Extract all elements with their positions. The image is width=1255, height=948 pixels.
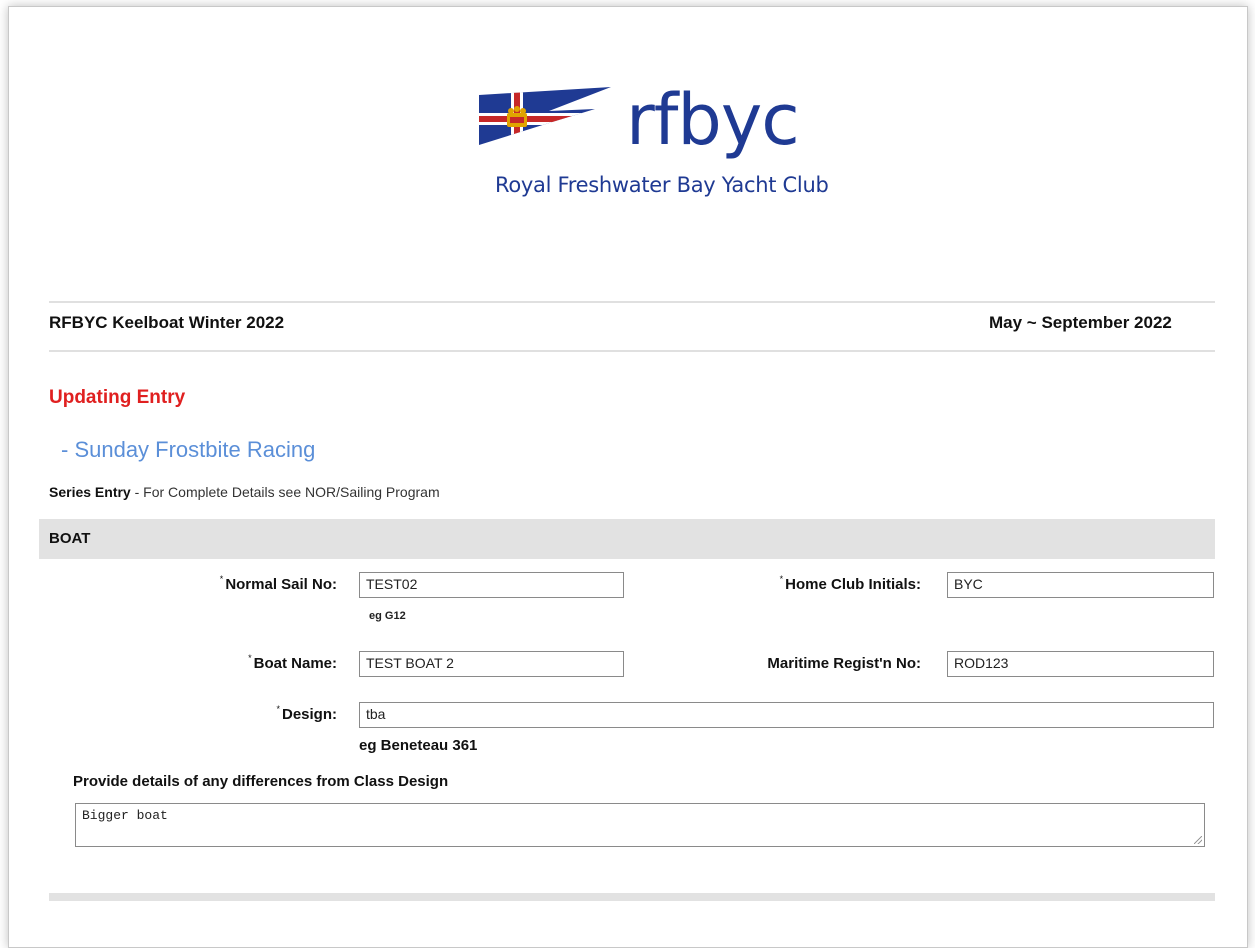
differences-text: Bigger boat	[82, 808, 168, 823]
maritime-input[interactable]: ROD123	[947, 651, 1214, 677]
home-club-label: * Home Club Initials:	[779, 574, 921, 593]
required-mark: *	[248, 653, 252, 663]
home-club-input[interactable]: BYC	[947, 572, 1214, 598]
design-label: * Design:	[276, 704, 337, 723]
sail-no-hint: eg G12	[369, 610, 406, 622]
sail-no-input[interactable]: TEST02	[359, 572, 624, 598]
design-input[interactable]: tba	[359, 702, 1214, 728]
header-divider-top	[49, 301, 1215, 303]
section-header-boat: BOAT	[39, 519, 1215, 559]
series-entry-note: Series Entry - For Complete Details see …	[49, 484, 440, 500]
differences-textarea[interactable]: Bigger boat	[75, 803, 1205, 847]
event-title: RFBYC Keelboat Winter 2022	[49, 313, 285, 332]
event-dates: May ~ September 2022	[989, 313, 1172, 332]
logo-subtitle: Royal Freshwater Bay Yacht Club	[495, 173, 829, 197]
section-footer-bar	[49, 893, 1215, 901]
differences-label: Provide details of any differences from …	[73, 773, 449, 790]
club-logo[interactable]: rfbyc Royal Freshwater Bay Yacht Club	[471, 79, 831, 209]
required-mark: *	[219, 574, 224, 584]
crown-icon	[507, 106, 527, 127]
burgee-flag-icon	[479, 87, 611, 145]
section-title: BOAT	[49, 530, 91, 547]
series-name: - Sunday Frostbite Racing	[61, 437, 316, 462]
maritime-label: Maritime Regist'n No:	[767, 655, 921, 672]
logo-wordmark: rfbyc	[626, 79, 800, 161]
design-hint: eg Beneteau 361	[359, 737, 478, 754]
series-entry-label: Series Entry	[49, 484, 131, 500]
required-mark: *	[779, 574, 784, 584]
page-frame: rfbyc Royal Freshwater Bay Yacht Club RF…	[8, 6, 1248, 948]
header-divider-bottom	[49, 350, 1215, 352]
resize-grip-icon[interactable]	[1194, 836, 1202, 844]
required-mark: *	[276, 704, 280, 714]
sail-no-label: * Normal Sail No:	[219, 574, 337, 593]
series-entry-text: - For Complete Details see NOR/Sailing P…	[130, 484, 440, 500]
boat-name-input[interactable]: TEST BOAT 2	[359, 651, 624, 677]
status-heading: Updating Entry	[49, 387, 186, 408]
boat-name-label: * Boat Name:	[248, 653, 337, 672]
